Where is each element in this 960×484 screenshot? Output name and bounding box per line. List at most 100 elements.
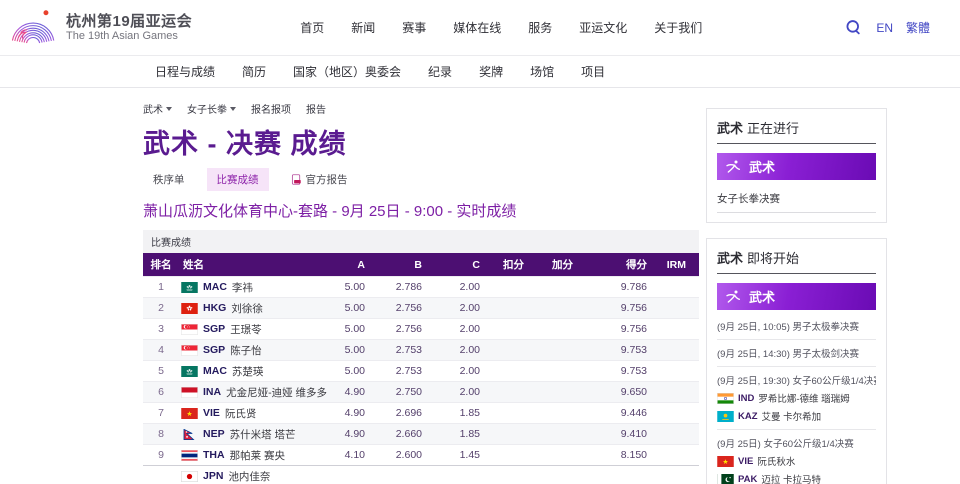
column-header: 得分 — [573, 257, 647, 272]
top-nav-item[interactable]: 媒体在线 — [453, 19, 501, 36]
page-title: 武术 - 决赛 成绩 — [143, 122, 699, 161]
column-header: 加分 — [524, 257, 573, 272]
athlete-cell: NEP苏什米塔 塔芒 — [179, 427, 329, 442]
total-score-cell: 9.756 — [573, 323, 647, 335]
score-b-cell: 2.660 — [365, 428, 422, 440]
nep-flag-icon — [181, 429, 198, 440]
upcoming-event[interactable]: (9月 25日, 14:30) 男子太极剑决赛 — [717, 340, 876, 367]
total-score-cell: 9.446 — [573, 407, 647, 419]
sub-nav-item[interactable]: 日程与成绩 — [155, 63, 215, 80]
site-header: 杭州第19届亚运会 The 19th Asian Games 首页 新闻 赛事 媒体在… — [0, 0, 960, 56]
sub-nav-item[interactable]: 纪录 — [428, 63, 452, 80]
lang-tw-link[interactable]: 繁體 — [906, 19, 930, 36]
upcoming-card-heading: 武术即将开始 — [717, 248, 876, 274]
pak-flag-icon — [717, 474, 734, 484]
table-row: 9 THA那帕莱 赛央 4.10 2.600 1.45 8.150 — [143, 444, 699, 465]
upcoming-event[interactable]: (9月 25日, 10:05) 男子太极拳决赛 — [717, 313, 876, 340]
sub-nav: 日程与成绩 简历 国家（地区）奥委会 纪录 奖牌 场馆 项目 — [0, 56, 960, 88]
vie-flag-icon — [717, 456, 734, 467]
noc-code: JPN — [203, 470, 223, 482]
tab-official-report[interactable]: 官方报告 — [281, 168, 358, 191]
score-c-cell: 1.85 — [422, 407, 480, 419]
sub-nav-item[interactable]: 项目 — [581, 63, 605, 80]
column-header: C — [422, 259, 480, 271]
rank-cell: 9 — [143, 449, 179, 461]
search-icon[interactable] — [844, 18, 863, 37]
upcoming-sport-banner[interactable]: 武术 — [717, 283, 876, 310]
content-column: 武术女子长拳报名报项报告 武术 - 决赛 成绩 秩序单比赛成绩官方报告 萧山瓜沥… — [143, 101, 699, 484]
athlete-cell: MAC苏楚瑛 — [179, 364, 329, 379]
top-nav-item[interactable]: 赛事 — [402, 19, 426, 36]
live-status-label: 正在进行 — [747, 121, 799, 136]
brand-titles: 杭州第19届亚运会 The 19th Asian Games — [66, 13, 192, 43]
results-table: 比赛成绩 排名姓名ABC扣分加分得分IRM 1 MAC李祎 5.00 2.786… — [143, 230, 699, 484]
sgp-flag-icon — [181, 345, 198, 356]
athlete-name: 艾曼 卡尔希加 — [762, 409, 822, 423]
table-row: 6 INA尤金尼娅-迪娅 维多多 4.90 2.750 2.00 9.650 — [143, 381, 699, 402]
upcoming-status-label: 即将开始 — [747, 251, 799, 266]
lang-en-link[interactable]: EN — [876, 21, 893, 35]
breadcrumb: 武术女子长拳报名报项报告 — [143, 101, 699, 116]
total-score-cell: 9.756 — [573, 302, 647, 314]
breadcrumb-item[interactable]: 报告 — [306, 101, 326, 116]
top-nav-item[interactable]: 亚运文化 — [579, 19, 627, 36]
top-nav-item[interactable]: 首页 — [300, 19, 324, 36]
athlete-cell: VIE阮氏贤 — [179, 406, 329, 421]
athlete-name: 陈子怡 — [230, 343, 262, 358]
site-logo[interactable] — [12, 8, 58, 48]
top-nav-item[interactable]: 服务 — [528, 19, 552, 36]
athlete-name: 王璟苓 — [230, 322, 262, 337]
athlete-name: 苏什米塔 塔芒 — [230, 427, 296, 442]
total-score-cell: 8.150 — [573, 449, 647, 461]
score-c-cell: 2.00 — [422, 365, 480, 377]
kaz-flag-icon — [717, 411, 734, 422]
noc-code: KAZ — [738, 411, 758, 422]
total-score-cell: 9.753 — [573, 344, 647, 356]
noc-code: HKG — [203, 302, 226, 314]
upcoming-event-time: (9月 25日, 14:30) 男子太极剑决赛 — [717, 346, 876, 360]
sidebar: 武术正在进行 武术 女子长拳决赛 武术即将开始 — [706, 108, 887, 484]
score-b-cell: 2.696 — [365, 407, 422, 419]
table-body: 1 MAC李祎 5.00 2.786 2.00 9.786 2 HKG刘徐徐 5… — [143, 276, 699, 484]
breadcrumb-item[interactable]: 报名报项 — [251, 101, 291, 116]
live-banner-label: 武术 — [749, 157, 775, 176]
rank-cell: 1 — [143, 281, 179, 293]
upcoming-sport-label: 武术 — [717, 251, 743, 266]
rank-cell: 4 — [143, 344, 179, 356]
noc-code: THA — [203, 449, 225, 461]
athlete-cell: HKG 刘徐徐 — [179, 301, 329, 316]
upcoming-event[interactable]: (9月 25日) 女子60公斤级1/4决赛VIE阮氏秋水PAK迈拉 卡拉马特 — [717, 430, 876, 484]
breadcrumb-item[interactable]: 女子长拳 — [187, 101, 236, 116]
brand-title-en: The 19th Asian Games — [66, 30, 192, 43]
table-row: 8 NEP苏什米塔 塔芒 4.90 2.660 1.85 9.410 — [143, 423, 699, 444]
chevron-down-icon — [230, 107, 236, 111]
pdf-report-icon — [291, 174, 302, 185]
live-event-link[interactable]: 女子长拳决赛 — [717, 183, 876, 213]
athlete-name: 刘徐徐 — [231, 301, 263, 316]
column-header: 姓名 — [179, 257, 329, 272]
live-sport-banner[interactable]: 武术 — [717, 153, 876, 180]
upcoming-event-time: (9月 25日, 19:30) 女子60公斤级1/4决赛 — [717, 373, 876, 387]
noc-code: INA — [203, 386, 221, 398]
rank-cell: 7 — [143, 407, 179, 419]
tab-start-list[interactable]: 秩序单 — [143, 168, 195, 191]
sub-nav-item[interactable]: 简历 — [242, 63, 266, 80]
top-nav-item[interactable]: 新闻 — [351, 19, 375, 36]
sub-nav-item[interactable]: 场馆 — [530, 63, 554, 80]
mac-flag-icon — [181, 282, 198, 293]
top-nav: 首页 新闻 赛事 媒体在线 服务 亚运文化 关于我们 — [300, 19, 702, 36]
breadcrumb-item[interactable]: 武术 — [143, 101, 172, 116]
column-header: 排名 — [143, 257, 179, 272]
athlete-name: 尤金尼娅-迪娅 维多多 — [226, 385, 327, 400]
upcoming-athlete: VIE阮氏秋水 — [717, 454, 876, 468]
chevron-down-icon — [166, 107, 172, 111]
total-score-cell: 9.753 — [573, 365, 647, 377]
upcoming-event[interactable]: (9月 25日, 19:30) 女子60公斤级1/4决赛IND罗希比娜-德维 瑙… — [717, 367, 876, 430]
score-b-cell: 2.750 — [365, 386, 422, 398]
rank-cell: 3 — [143, 323, 179, 335]
sub-nav-item[interactable]: 奖牌 — [479, 63, 503, 80]
top-nav-item[interactable]: 关于我们 — [654, 19, 702, 36]
tab-results[interactable]: 比赛成绩 — [207, 168, 269, 191]
sub-nav-item[interactable]: 国家（地区）奥委会 — [293, 63, 401, 80]
noc-code: IND — [738, 393, 754, 404]
